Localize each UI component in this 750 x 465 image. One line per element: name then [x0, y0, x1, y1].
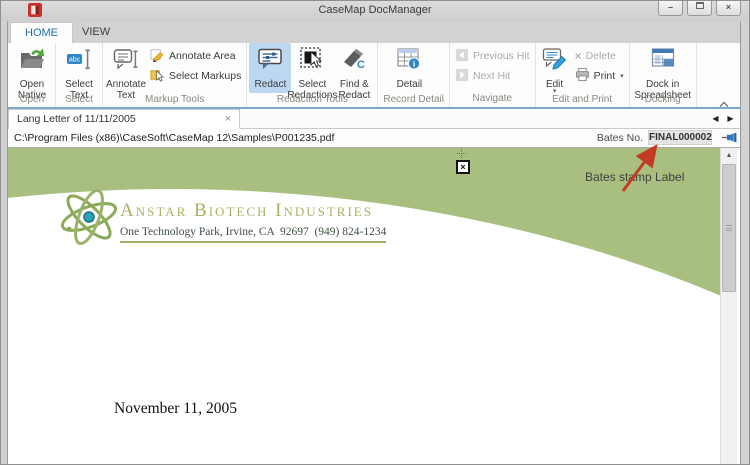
open-native-button[interactable]: Open Native [11, 43, 53, 93]
document-tabbar: Lang Letter of 11/11/2005 × ◀ ▶ [8, 109, 740, 129]
ribbon-group-record-detail: i Detail Record Detail [378, 43, 450, 107]
delete-button[interactable]: × Delete [572, 47, 627, 65]
group-label: Edit and Print [538, 93, 627, 108]
next-hit-button[interactable]: Next Hit [452, 67, 533, 85]
button-label: Annotate Area [169, 50, 236, 62]
delete-icon: × [575, 49, 582, 63]
print-icon [575, 67, 590, 85]
ribbon-group-edit-and-print: Edit ▾ × Delete Print ▾ [536, 43, 630, 107]
document-tab[interactable]: Lang Letter of 11/11/2005 × [8, 109, 240, 129]
scrollbar-thumb[interactable] [722, 164, 736, 292]
detail-icon: i [396, 46, 422, 77]
close-button[interactable]: × [716, 1, 741, 16]
edit-icon [542, 46, 568, 77]
group-label: Redaction Tools [249, 93, 375, 108]
vertical-scrollbar[interactable]: ▲ [720, 148, 737, 464]
maximize-button[interactable] [687, 1, 712, 16]
tab-scroll-right-button[interactable]: ▶ [724, 112, 737, 126]
dock-in-spreadsheet-icon [650, 46, 676, 77]
group-label: Record Detail [380, 93, 447, 108]
previous-hit-button[interactable]: Previous Hit [452, 47, 533, 65]
file-path: C:\Program Files (x86)\CaseSoft\CaseMap … [14, 132, 334, 144]
company-address: One Technology Park, Irvine, CA 92697 (9… [120, 226, 386, 243]
redact-cursor-icon: × [456, 160, 470, 174]
cursor-crosshair-icon [461, 149, 462, 158]
detail-button[interactable]: i Detail [380, 43, 438, 93]
ribbon-tabstrip: HOME VIEW [8, 21, 740, 43]
button-label: Next Hit [473, 70, 510, 82]
find-and-redact-button[interactable]: C Find & Redact [333, 43, 375, 93]
annotate-area-button[interactable]: Annotate Area [147, 47, 244, 65]
find-and-redact-icon: C [341, 46, 367, 77]
next-hit-icon [455, 68, 469, 85]
app-window: CaseMap DocManager – × HOME VIEW Open Na… [0, 0, 750, 465]
group-label: Markup Tools [105, 93, 244, 108]
ribbon-group-docking: Dock in Spreadsheet Docking [630, 43, 697, 107]
group-label: Open [11, 93, 53, 108]
edit-button[interactable]: Edit ▾ [538, 43, 572, 93]
annotate-text-icon [113, 46, 139, 77]
group-label: Select [58, 93, 100, 108]
select-markups-button[interactable]: Select Markups [147, 67, 244, 85]
svg-text:C: C [357, 59, 365, 71]
annotate-area-icon [150, 47, 165, 65]
red-callout-arrow [608, 133, 688, 203]
redact-button[interactable]: Redact [249, 43, 291, 93]
company-logo-atom-icon [56, 188, 122, 251]
letter-date: November 11, 2005 [114, 400, 237, 418]
select-redactions-button[interactable]: Select Redactions [291, 43, 333, 93]
button-label: Redact [255, 79, 287, 90]
document-tab-label: Lang Letter of 11/11/2005 [17, 113, 136, 125]
button-label: Previous Hit [473, 50, 530, 62]
button-label: Select Markups [169, 70, 241, 82]
collapse-ribbon-button[interactable] [718, 95, 732, 105]
ribbon-group-redaction-tools: Redact Select Redactions C Find & Redact [247, 43, 378, 107]
button-label: Detail [397, 79, 423, 90]
tab-view[interactable]: VIEW [68, 22, 124, 43]
select-redactions-icon [299, 46, 325, 77]
window-title: CaseMap DocManager [1, 4, 749, 16]
ribbon: Open Native Open abc Select Text Select [8, 43, 740, 107]
select-text-button[interactable]: abc Select Text [58, 43, 100, 93]
pin-icon[interactable] [722, 131, 738, 144]
select-markups-icon [150, 67, 165, 85]
button-label: Delete [586, 50, 616, 62]
company-name: Anstar Biotech Industries [120, 200, 386, 222]
print-button[interactable]: Print ▾ [572, 67, 627, 85]
button-label: Print [594, 70, 616, 82]
scroll-up-icon[interactable]: ▲ [721, 148, 737, 163]
previous-hit-icon [455, 48, 469, 65]
window-body: HOME VIEW Open Native Open [7, 21, 741, 464]
group-label: Navigate [452, 92, 533, 107]
ribbon-group-select: abc Select Text Select [56, 43, 103, 107]
open-native-icon [19, 46, 45, 77]
dock-in-spreadsheet-button[interactable]: Dock in Spreadsheet [632, 43, 694, 93]
group-label: Docking [632, 93, 694, 108]
redact-icon [257, 46, 283, 77]
print-dropdown-caret: ▾ [620, 72, 624, 80]
scrollbar-grip [726, 225, 732, 231]
titlebar: CaseMap DocManager – × [1, 1, 749, 21]
svg-text:abc: abc [69, 57, 81, 64]
ribbon-group-navigate: Previous Hit Next Hit Navigate [450, 43, 536, 107]
ribbon-group-markup-tools: Annotate Text Annotate Area [103, 43, 247, 107]
maximize-icon [696, 2, 704, 9]
ribbon-group-open: Open Native Open [9, 43, 56, 107]
tab-home[interactable]: HOME [10, 22, 73, 43]
select-text-icon: abc [66, 46, 92, 77]
tab-scroll-left-button[interactable]: ◀ [709, 112, 722, 126]
close-tab-icon[interactable]: × [225, 114, 231, 124]
minimize-button[interactable]: – [658, 1, 683, 16]
annotate-text-button[interactable]: Annotate Text [105, 43, 147, 93]
